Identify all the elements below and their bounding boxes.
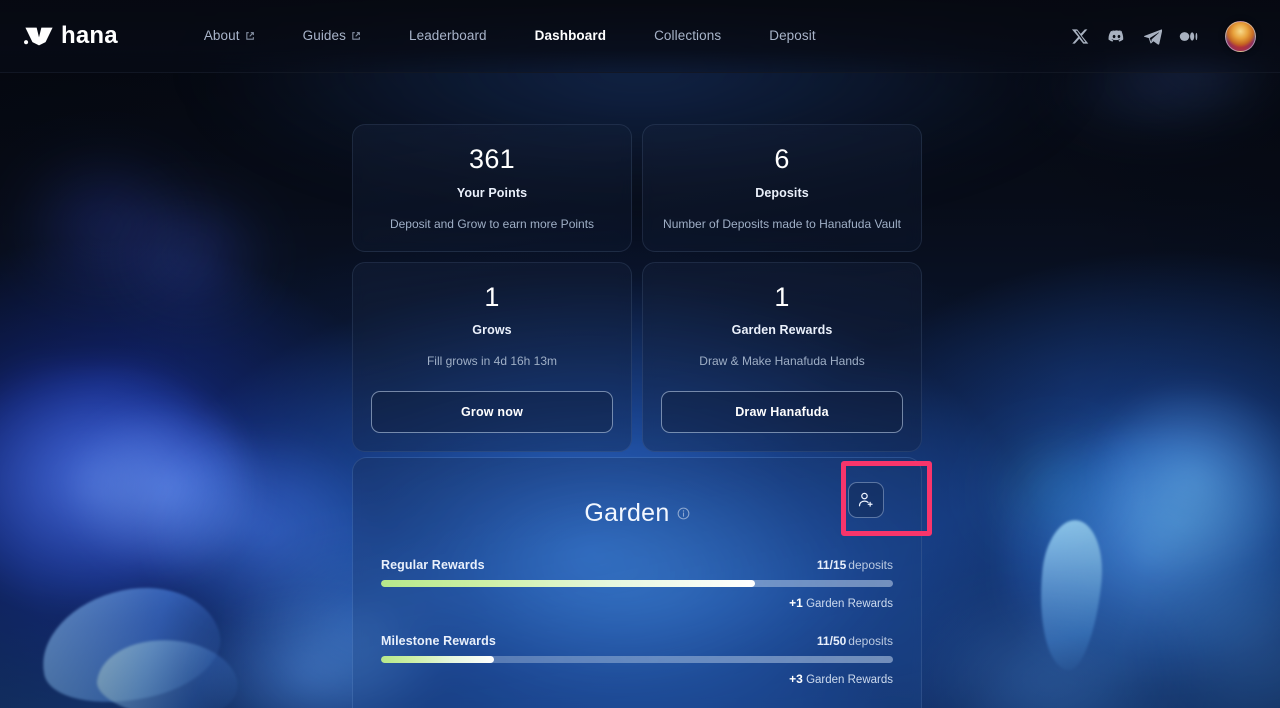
brand-name: hana xyxy=(61,22,118,49)
draw-hanafuda-button[interactable]: Draw Hanafuda xyxy=(661,390,903,433)
reward-gain: +1 Garden Rewards xyxy=(381,596,893,610)
stat-value: 361 xyxy=(469,144,515,174)
stat-label: Your Points xyxy=(456,185,528,200)
reward-count: 11/15 deposits xyxy=(817,558,893,572)
reward-count: 11/50 deposits xyxy=(817,634,893,648)
reward-gain-label: Garden Rewards xyxy=(806,598,893,610)
stats-card-grid: 361 Your Points Deposit and Grow to earn… xyxy=(352,124,922,452)
top-navigation-bar: hana About Guides Leaderboard Dashboard … xyxy=(0,0,1280,73)
stat-card-garden-rewards: 1 Garden Rewards Draw & Make Hanafuda Ha… xyxy=(642,261,922,452)
discord-icon[interactable] xyxy=(1107,27,1126,46)
x-icon[interactable] xyxy=(1071,27,1090,46)
reward-progress-bar xyxy=(381,580,893,587)
reward-gain-value: +1 xyxy=(789,596,803,610)
reward-count-unit: deposits xyxy=(848,558,893,572)
stat-label: Garden Rewards xyxy=(731,323,833,338)
garden-panel: Garden Regular Rewards 11/15 deposits +1… xyxy=(352,457,922,708)
external-link-icon xyxy=(352,32,360,40)
reward-count-value: 11/15 xyxy=(816,558,847,572)
nav-label: Leaderboard xyxy=(408,28,487,43)
reward-progress-bar xyxy=(381,656,893,663)
brand-logo[interactable]: hana xyxy=(24,22,118,50)
reward-gain: +3 Garden Rewards xyxy=(381,672,893,686)
reward-progress-fill xyxy=(381,656,494,663)
add-user-icon xyxy=(858,492,873,507)
reward-row-milestone: Milestone Rewards 11/50 deposits +3 Garde… xyxy=(381,634,893,686)
reward-gain-label: Garden Rewards xyxy=(806,674,893,686)
nav-label: Deposit xyxy=(769,28,816,43)
reward-gain-value: +3 xyxy=(789,672,803,686)
header-actions xyxy=(1071,20,1256,52)
stat-description: Draw & Make Hanafuda Hands xyxy=(699,354,865,369)
nav-label: Guides xyxy=(302,28,346,43)
telegram-icon[interactable] xyxy=(1143,27,1162,46)
reward-progress-fill xyxy=(381,580,755,587)
nav-label: Dashboard xyxy=(534,28,607,43)
stat-label: Deposits xyxy=(755,185,809,200)
reward-row-regular: Regular Rewards 11/15 deposits +1 Garden … xyxy=(381,558,893,610)
reward-count-value: 11/50 xyxy=(816,634,847,648)
nav-item-dashboard[interactable]: Dashboard xyxy=(511,16,630,56)
nav-item-guides[interactable]: Guides xyxy=(279,16,385,56)
reward-name: Milestone Rewards xyxy=(381,634,496,648)
nav-label: About xyxy=(203,28,240,43)
stat-value: 1 xyxy=(774,281,790,312)
info-icon[interactable] xyxy=(677,507,690,520)
nav-item-deposit[interactable]: Deposit xyxy=(745,16,839,56)
grow-now-button[interactable]: Grow now xyxy=(371,390,613,433)
add-user-button[interactable] xyxy=(848,482,884,518)
stat-description: Number of Deposits made to Hanafuda Vaul… xyxy=(663,216,901,231)
stat-card-your-points: 361 Your Points Deposit and Grow to earn… xyxy=(352,124,632,252)
stat-description: Fill grows in 4d 16h 13m xyxy=(426,354,558,369)
main-nav: About Guides Leaderboard Dashboard Colle… xyxy=(180,16,840,56)
hana-butterfly-logo-icon xyxy=(24,27,53,46)
dashboard-main: 361 Your Points Deposit and Grow to earn… xyxy=(0,73,1280,708)
medium-icon[interactable] xyxy=(1179,27,1198,46)
nav-item-about[interactable]: About xyxy=(180,16,279,56)
stat-value: 6 xyxy=(774,144,790,174)
user-avatar[interactable] xyxy=(1225,20,1256,52)
nav-label: Collections xyxy=(654,28,722,43)
reward-header: Milestone Rewards 11/50 deposits xyxy=(381,634,893,648)
external-link-icon xyxy=(245,32,254,40)
reward-header: Regular Rewards 11/15 deposits xyxy=(381,558,893,572)
nav-item-collections[interactable]: Collections xyxy=(630,16,745,56)
garden-header: Garden xyxy=(381,492,893,534)
reward-count-unit: deposits xyxy=(848,634,893,648)
stat-card-grows: 1 Grows Fill grows in 4d 16h 13m Grow no… xyxy=(352,261,632,452)
stat-label: Grows xyxy=(472,323,512,338)
nav-item-leaderboard[interactable]: Leaderboard xyxy=(385,16,511,56)
stat-description: Deposit and Grow to earn more Points xyxy=(389,216,595,231)
garden-title: Garden xyxy=(584,498,670,527)
stat-value: 1 xyxy=(484,281,500,312)
stat-card-deposits: 6 Deposits Number of Deposits made to Ha… xyxy=(642,124,922,252)
reward-name: Regular Rewards xyxy=(381,558,485,572)
